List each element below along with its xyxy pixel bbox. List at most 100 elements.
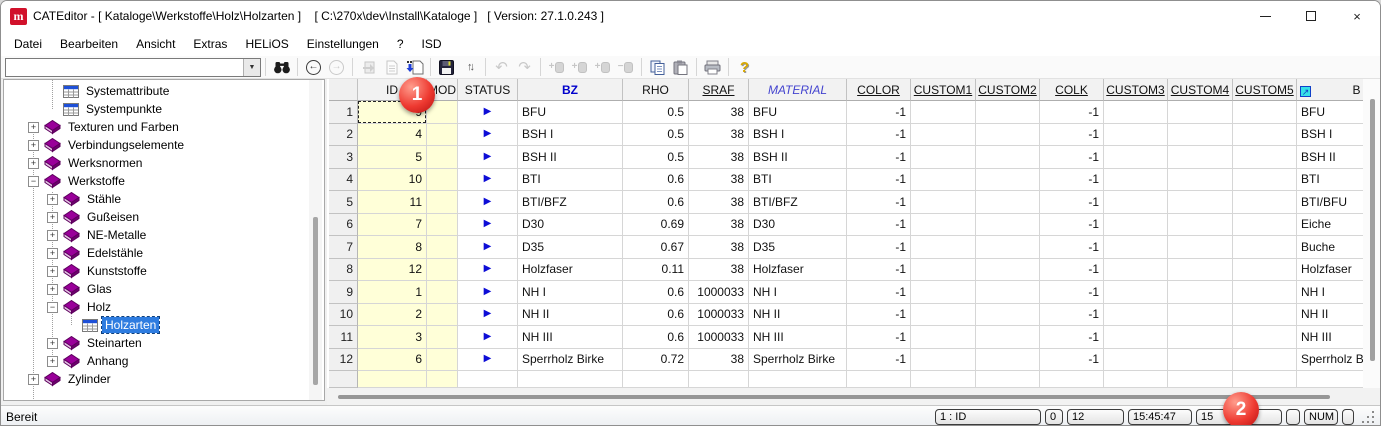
cell-custom4-row-7[interactable] bbox=[1168, 236, 1233, 259]
cell-colk-row-7[interactable]: -1 bbox=[1040, 236, 1104, 259]
load-table-button[interactable] bbox=[403, 57, 426, 78]
cell-custom3-row-8[interactable] bbox=[1104, 258, 1168, 281]
cell-status-row-1[interactable]: ▶ bbox=[458, 101, 518, 124]
cell-status-row-8[interactable]: ▶ bbox=[458, 258, 518, 281]
cell-custom5-row-1[interactable] bbox=[1233, 101, 1297, 124]
cell-color-row-5[interactable]: -1 bbox=[847, 191, 911, 214]
cell-rho-row-7[interactable]: 0.67 bbox=[623, 236, 689, 259]
cell-material-row-8[interactable]: Holzfaser bbox=[749, 258, 847, 281]
cell-sraf-row-10[interactable]: 1000033 bbox=[689, 303, 749, 326]
cell-custom5-row-6[interactable] bbox=[1233, 213, 1297, 236]
cell-custom4-row-10[interactable] bbox=[1168, 303, 1233, 326]
expand-toggle-icon[interactable]: + bbox=[47, 229, 58, 241]
grid-horizontal-scrollbar[interactable] bbox=[327, 388, 1380, 405]
menu-item-datei[interactable]: Datei bbox=[5, 34, 51, 54]
tree-item-label[interactable]: Holz bbox=[84, 299, 114, 315]
cell-colk-row-3[interactable]: -1 bbox=[1040, 146, 1104, 169]
cell-sraf-row-4[interactable]: 38 bbox=[689, 168, 749, 191]
cell-material[interactable] bbox=[749, 371, 847, 388]
forward-button[interactable]: → bbox=[325, 57, 348, 78]
cell-custom4-row-5[interactable] bbox=[1168, 191, 1233, 214]
cell-color-row-6[interactable]: -1 bbox=[847, 213, 911, 236]
cell-custom2-row-1[interactable] bbox=[976, 101, 1040, 124]
cell-custom5-row-10[interactable] bbox=[1233, 303, 1297, 326]
cell-colk[interactable] bbox=[1040, 371, 1104, 388]
column-header-color[interactable]: COLOR bbox=[847, 79, 911, 101]
cell-status-row-12[interactable]: ▶ bbox=[458, 348, 518, 371]
cell-custom4-row-11[interactable] bbox=[1168, 326, 1233, 349]
cell-rho-row-6[interactable]: 0.69 bbox=[623, 213, 689, 236]
expand-toggle-icon[interactable]: + bbox=[47, 193, 58, 205]
column-header-status[interactable]: STATUS bbox=[458, 79, 518, 101]
tree-item-steinarten[interactable]: + Steinarten bbox=[4, 334, 324, 352]
cell-color-row-7[interactable]: -1 bbox=[847, 236, 911, 259]
cell-color-row-12[interactable]: -1 bbox=[847, 348, 911, 371]
cell-mod-row-8[interactable] bbox=[427, 258, 458, 281]
cell-custom4-row-4[interactable] bbox=[1168, 168, 1233, 191]
cell-custom4-row-12[interactable] bbox=[1168, 348, 1233, 371]
cell-custom2-row-2[interactable] bbox=[976, 123, 1040, 146]
tree-item-verbindungselemente[interactable]: + Verbindungselemente bbox=[4, 136, 324, 154]
cell-mod-row-12[interactable] bbox=[427, 348, 458, 371]
grid-vertical-scrollbar-thumb[interactable] bbox=[1370, 99, 1375, 361]
cell-rho-row-3[interactable]: 0.5 bbox=[623, 146, 689, 169]
column-header-custom4[interactable]: CUSTOM4 bbox=[1168, 79, 1233, 101]
cell-colk-row-10[interactable]: -1 bbox=[1040, 303, 1104, 326]
find-button[interactable] bbox=[270, 57, 293, 78]
cell-custom3-row-11[interactable] bbox=[1104, 326, 1168, 349]
cell-custom2-row-10[interactable] bbox=[976, 303, 1040, 326]
cell-mod-row-10[interactable] bbox=[427, 303, 458, 326]
cell-custom1[interactable] bbox=[911, 371, 976, 388]
sort-button[interactable]: ↑↓ bbox=[458, 57, 481, 78]
cell-custom5-row-4[interactable] bbox=[1233, 168, 1297, 191]
cell-custom3-row-10[interactable] bbox=[1104, 303, 1168, 326]
cell-sraf-row-5[interactable]: 38 bbox=[689, 191, 749, 214]
cell-bz-row-12[interactable]: Sperrholz Birke bbox=[518, 348, 623, 371]
cell-sraf-row-11[interactable]: 1000033 bbox=[689, 326, 749, 349]
cell-custom2[interactable] bbox=[976, 371, 1040, 388]
cell-id[interactable] bbox=[358, 371, 427, 388]
cell-custom2-row-11[interactable] bbox=[976, 326, 1040, 349]
delete-record-button[interactable]: − bbox=[614, 57, 637, 78]
menu-item-bearbeiten[interactable]: Bearbeiten bbox=[51, 34, 127, 54]
cell-colk-row-12[interactable]: -1 bbox=[1040, 348, 1104, 371]
expand-toggle-icon[interactable]: + bbox=[47, 211, 58, 223]
cell-material-row-10[interactable]: NH II bbox=[749, 303, 847, 326]
help-button[interactable]: ? bbox=[733, 57, 756, 78]
cell-custom3-row-12[interactable] bbox=[1104, 348, 1168, 371]
cell-bz[interactable] bbox=[518, 371, 623, 388]
row-header[interactable] bbox=[329, 371, 358, 388]
row-header[interactable]: 7 bbox=[329, 236, 358, 259]
document-button[interactable] bbox=[380, 57, 403, 78]
cell-colk-row-9[interactable]: -1 bbox=[1040, 281, 1104, 304]
cell-mod-row-2[interactable] bbox=[427, 123, 458, 146]
cell-colk-row-5[interactable]: -1 bbox=[1040, 191, 1104, 214]
cell-mod-row-5[interactable] bbox=[427, 191, 458, 214]
cell-color-row-10[interactable]: -1 bbox=[847, 303, 911, 326]
column-header-custom2[interactable]: CUSTOM2 bbox=[976, 79, 1040, 101]
cell-id-row-9[interactable]: 1 bbox=[358, 281, 427, 304]
cell-bz-row-1[interactable]: BFU bbox=[518, 101, 623, 124]
cell-custom3-row-9[interactable] bbox=[1104, 281, 1168, 304]
paste-button[interactable] bbox=[669, 57, 692, 78]
cell-color-row-1[interactable]: -1 bbox=[847, 101, 911, 124]
cell-custom3-row-7[interactable] bbox=[1104, 236, 1168, 259]
cell-id-row-3[interactable]: 5 bbox=[358, 146, 427, 169]
cell-id-row-6[interactable]: 7 bbox=[358, 213, 427, 236]
cell-rho-row-9[interactable]: 0.6 bbox=[623, 281, 689, 304]
back-button[interactable]: ← bbox=[302, 57, 325, 78]
maximize-button[interactable] bbox=[1288, 1, 1334, 31]
cell-status-row-7[interactable]: ▶ bbox=[458, 236, 518, 259]
cell-color-row-9[interactable]: -1 bbox=[847, 281, 911, 304]
expand-toggle-icon[interactable]: + bbox=[47, 337, 58, 349]
cell-custom4-row-1[interactable] bbox=[1168, 101, 1233, 124]
cell-bz-row-4[interactable]: BTI bbox=[518, 168, 623, 191]
tree-item-label[interactable]: Systemattribute bbox=[83, 83, 172, 99]
column-header-material[interactable]: MATERIAL bbox=[749, 79, 847, 101]
combobox-dropdown-button[interactable]: ▼ bbox=[243, 58, 260, 76]
column-header-custom1[interactable]: CUSTOM1 bbox=[911, 79, 976, 101]
cell-color-row-8[interactable]: -1 bbox=[847, 258, 911, 281]
cell-status-row-11[interactable]: ▶ bbox=[458, 326, 518, 349]
cell-mod[interactable] bbox=[427, 371, 458, 388]
tree-item-label[interactable]: Zylinder bbox=[65, 371, 114, 387]
